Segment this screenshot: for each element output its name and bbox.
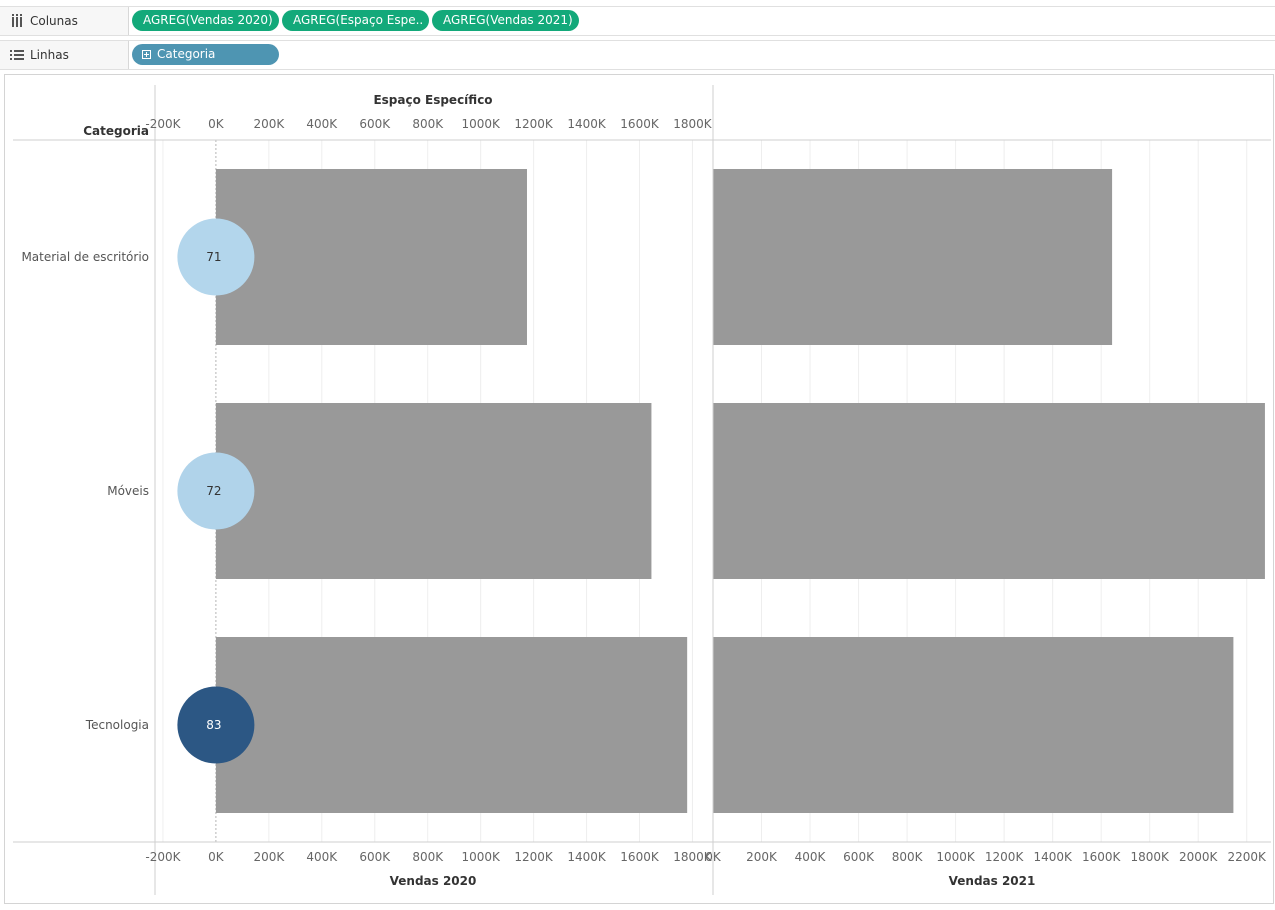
category-label: Móveis [107, 484, 149, 498]
columns-icon [12, 14, 22, 27]
bar[interactable] [215, 403, 652, 579]
top-tick-label: 1800K [673, 117, 713, 131]
bar[interactable] [215, 637, 688, 813]
pill-categoria[interactable]: Categoria [132, 44, 279, 65]
columns-label-text: Colunas [30, 14, 78, 28]
columns-shelf: Colunas AGREG(Vendas 2020) AGREG(Espaço … [0, 6, 1275, 36]
bottom-tick-label: 1800K [1130, 850, 1170, 864]
bottom-tick-label: 1200K [985, 850, 1025, 864]
bottom-tick-label: 1000K [461, 850, 501, 864]
top-tick-label: 600K [359, 117, 391, 131]
bar[interactable] [713, 403, 1265, 579]
bottom-tick-label: 600K [843, 850, 875, 864]
bottom-tick-label: 1400K [567, 850, 607, 864]
bottom-tick-label: 1400K [1033, 850, 1073, 864]
x-axis-title: Vendas 2020 [390, 874, 477, 888]
top-tick-label: 200K [253, 117, 285, 131]
bottom-tick-label: 2200K [1228, 850, 1268, 864]
bottom-tick-label: 400K [306, 850, 338, 864]
bottom-tick-label: 800K [412, 850, 444, 864]
x-axis-title: Vendas 2021 [949, 874, 1036, 888]
bottom-tick-label: 1600K [1082, 850, 1122, 864]
bar[interactable] [713, 637, 1234, 813]
expand-plus-icon[interactable] [142, 50, 151, 59]
bottom-tick-label: 800K [892, 850, 924, 864]
top-tick-label: 1200K [514, 117, 554, 131]
bottom-tick-label: -200K [145, 850, 181, 864]
rows-label-text: Linhas [30, 48, 69, 62]
top-tick-label: 1000K [461, 117, 501, 131]
columns-shelf-label: Colunas [0, 7, 129, 35]
bar[interactable] [713, 169, 1113, 345]
rows-icon [10, 50, 24, 60]
pill-espaco-especifico[interactable]: AGREG(Espaço Espe.. [282, 10, 429, 31]
bottom-tick-label: 0K [208, 850, 225, 864]
category-label: Material de escritório [21, 250, 149, 264]
chart-view: Categoria Material de escritório Móveis Tec… [4, 74, 1274, 904]
top-tick-label: 1600K [620, 117, 660, 131]
pill-categoria-label: Categoria [157, 47, 216, 61]
top-tick-label: 1400K [567, 117, 607, 131]
top-axis-title: Espaço Específico [373, 93, 492, 107]
chart-svg: Categoria Material de escritório Móveis Tec… [13, 85, 1271, 895]
pill-vendas-2020[interactable]: AGREG(Vendas 2020) [132, 10, 279, 31]
bar[interactable] [215, 169, 527, 345]
bottom-tick-label: 2000K [1179, 850, 1219, 864]
top-tick-label: 800K [412, 117, 444, 131]
top-tick-label: 0K [208, 117, 225, 131]
pill-vendas-2021[interactable]: AGREG(Vendas 2021) [432, 10, 579, 31]
circle-value-label: 83 [206, 718, 221, 732]
bottom-tick-label: 400K [795, 850, 827, 864]
circle-value-label: 71 [206, 250, 221, 264]
bottom-tick-label: 1600K [620, 850, 660, 864]
bottom-tick-label: 600K [359, 850, 391, 864]
top-tick-label: 400K [306, 117, 338, 131]
bottom-tick-label: 1200K [514, 850, 554, 864]
circle-value-label: 72 [206, 484, 221, 498]
rows-shelf: Linhas Categoria [0, 40, 1275, 70]
category-label: Tecnologia [85, 718, 149, 732]
bottom-tick-label: 0K [705, 850, 722, 864]
bottom-tick-label: 1000K [936, 850, 976, 864]
top-tick-label: -200K [145, 117, 181, 131]
bottom-tick-label: 200K [746, 850, 778, 864]
row-header-title: Categoria [83, 124, 149, 138]
bottom-tick-label: 200K [253, 850, 285, 864]
rows-shelf-label: Linhas [0, 41, 129, 69]
